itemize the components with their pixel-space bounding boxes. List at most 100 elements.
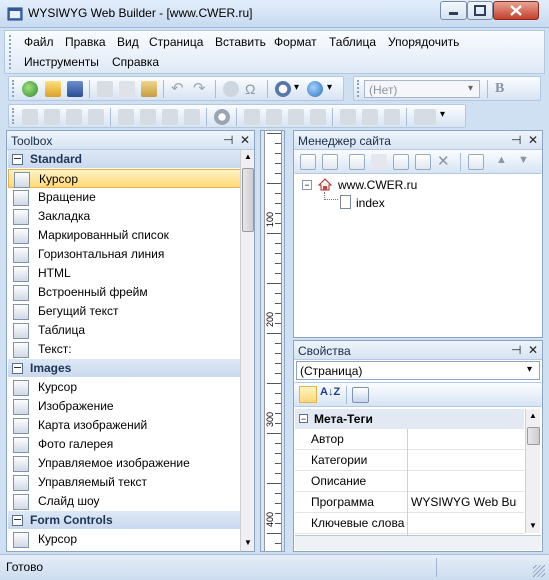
menu-help[interactable]: Справка — [112, 55, 159, 69]
style-select[interactable]: (Нет) ▾ — [364, 80, 480, 98]
target-icon[interactable] — [214, 109, 230, 125]
toolbox-item[interactable]: Управляемое изображение — [8, 454, 242, 473]
save-icon[interactable] — [67, 81, 83, 97]
property-value[interactable]: WYSIWYG Web Builder — [411, 495, 517, 509]
toolbox-category[interactable]: Images — [8, 359, 242, 377]
publish-dropdown-icon[interactable]: ▾ — [327, 82, 332, 93]
collapse-icon[interactable] — [12, 154, 23, 165]
layout-dropdown-icon[interactable]: ▾ — [440, 109, 445, 120]
categorized-icon[interactable] — [299, 386, 317, 403]
space-vertical-icon[interactable] — [184, 109, 200, 125]
minimize-button[interactable] — [440, 1, 467, 20]
properties-scrollbar[interactable]: ▲ ▼ — [525, 409, 540, 533]
vertical-ruler[interactable]: 100 200 300 400 — [264, 131, 282, 551]
toolbox-item[interactable]: Бегущий текст — [8, 302, 242, 321]
align-center-icon[interactable] — [44, 109, 60, 125]
property-row[interactable]: Категории — [295, 450, 524, 473]
property-row[interactable]: Описание — [295, 471, 524, 494]
toolbox-item[interactable]: HTML — [8, 264, 242, 283]
redo-icon[interactable]: ↷ — [193, 81, 209, 97]
pencil-icon[interactable] — [244, 109, 260, 125]
align-right-icon[interactable] — [66, 109, 82, 125]
toolbox-item[interactable]: Встроенный фрейм — [8, 283, 242, 302]
menu-arrange[interactable]: Упорядочить — [388, 35, 459, 49]
menu-edit[interactable]: Правка — [65, 35, 106, 49]
site-root-label[interactable]: www.CWER.ru — [338, 178, 417, 192]
toolbox-item[interactable]: Горизонтальная линия — [8, 245, 242, 264]
toolbox-item[interactable]: Вращение — [8, 188, 242, 207]
zoom-dropdown-icon[interactable]: ▾ — [294, 82, 299, 93]
pin-icon[interactable]: ⊣ — [511, 343, 521, 357]
duplicate-page-icon[interactable] — [415, 154, 431, 170]
toolbar-grip[interactable] — [12, 80, 15, 97]
toolbar-grip[interactable] — [357, 80, 360, 97]
menu-tools[interactable]: Инструменты — [24, 55, 99, 69]
resize-grip-icon[interactable] — [533, 565, 545, 577]
align-left-icon[interactable] — [22, 109, 38, 125]
pin-icon[interactable]: ⊣ — [223, 133, 233, 147]
page-index-label[interactable]: index — [356, 196, 385, 210]
toolbox-item[interactable]: Маркированный список — [8, 226, 242, 245]
snap-icon[interactable] — [310, 109, 326, 125]
toolbox-item[interactable]: Карта изображений — [8, 416, 242, 435]
object-select[interactable]: (Страница) ▾ — [296, 361, 540, 380]
pin-icon[interactable]: ⊣ — [511, 133, 521, 147]
collapse-icon[interactable]: − — [299, 414, 308, 424]
layout-icon[interactable] — [414, 109, 436, 125]
menu-page[interactable]: Страница — [149, 35, 203, 49]
toolbox-item[interactable]: Фото галерея — [8, 435, 242, 454]
new-page-icon[interactable] — [300, 154, 316, 170]
restore-button[interactable] — [467, 1, 493, 20]
scroll-thumb[interactable] — [527, 427, 540, 445]
property-row[interactable]: ПрограммаWYSIWYG Web Builder — [295, 492, 524, 515]
undo-icon[interactable]: ↶ — [171, 81, 187, 97]
scroll-down-icon[interactable]: ▼ — [244, 538, 252, 547]
new-folder-page-icon[interactable] — [322, 154, 338, 170]
menu-format[interactable]: Формат — [274, 35, 317, 49]
toolbox-item[interactable]: Изображение — [8, 397, 242, 416]
toolbox-item[interactable]: Таблица — [8, 321, 242, 340]
page-properties-icon[interactable] — [468, 154, 484, 170]
publish-icon[interactable] — [307, 81, 323, 97]
collapse-icon[interactable] — [12, 515, 23, 526]
toolbox-category[interactable]: Standard — [8, 150, 242, 168]
toolbox-item[interactable]: Управляемый текст — [8, 473, 242, 492]
scroll-thumb[interactable] — [242, 168, 254, 232]
open-folder-icon[interactable] — [45, 81, 61, 97]
edit-page-icon[interactable] — [393, 154, 409, 170]
send-back-icon[interactable] — [140, 109, 156, 125]
move-down-icon[interactable]: ▼ — [518, 154, 529, 166]
bring-front-icon[interactable] — [118, 109, 134, 125]
copy-icon[interactable] — [119, 81, 135, 97]
expand-toggle[interactable]: − — [302, 180, 312, 190]
collapse-icon[interactable] — [12, 363, 23, 374]
toolbox-item[interactable]: Курсор — [8, 378, 242, 397]
toolbox-category[interactable]: Form Controls — [8, 511, 242, 529]
scroll-up-icon[interactable]: ▲ — [244, 152, 252, 161]
close-icon[interactable]: ✕ — [528, 133, 538, 147]
toolbox-scrollbar[interactable]: ▲ ▼ — [240, 150, 254, 551]
cut-icon[interactable] — [97, 81, 113, 97]
toolbox-item[interactable]: Курсор — [8, 169, 242, 188]
menu-grip[interactable] — [9, 35, 12, 69]
toolbox-item[interactable]: Текст: — [8, 340, 242, 359]
omega-icon[interactable]: Ω — [245, 81, 261, 97]
property-row[interactable]: Ключевые слова — [295, 513, 524, 536]
menu-file[interactable]: Файл — [24, 35, 54, 49]
zoom-icon[interactable] — [275, 81, 291, 97]
table-row-icon[interactable] — [340, 109, 356, 125]
sort-az-icon[interactable]: A↓Z — [320, 386, 340, 398]
table-merge-icon[interactable] — [384, 109, 400, 125]
group-meta-tags[interactable]: − Мета-Теги — [295, 409, 524, 429]
new-icon[interactable] — [22, 81, 38, 97]
close-button[interactable] — [493, 1, 539, 20]
scroll-up-icon[interactable]: ▲ — [529, 411, 537, 420]
move-up-icon[interactable]: ▲ — [496, 154, 507, 166]
scroll-down-icon[interactable]: ▼ — [529, 521, 537, 530]
preview-page-icon[interactable] — [349, 154, 365, 170]
property-pages-icon[interactable] — [352, 387, 369, 403]
toolbox-item[interactable]: Закладка — [8, 207, 242, 226]
toolbar-grip[interactable] — [12, 108, 15, 124]
close-icon[interactable]: ✕ — [240, 133, 250, 147]
toolbox-item[interactable]: Слайд шоу — [8, 492, 242, 511]
